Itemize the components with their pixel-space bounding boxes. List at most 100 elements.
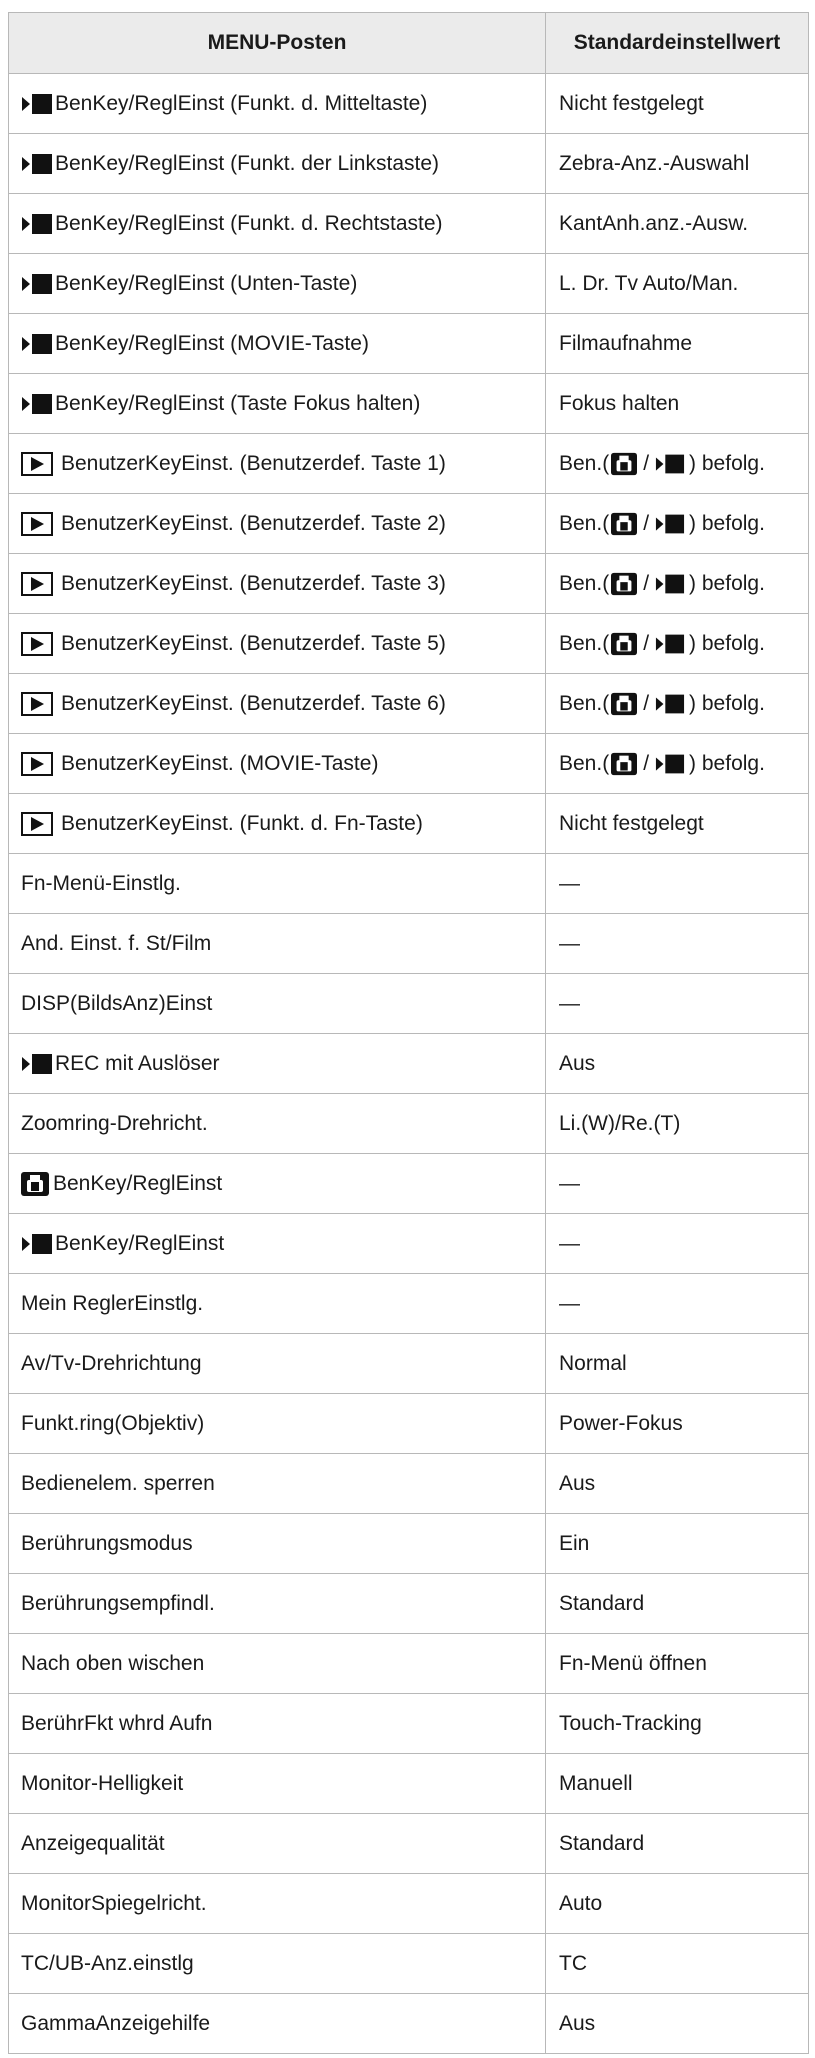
menu-item-label: Mein ReglerEinstlg. — [21, 1291, 204, 1315]
default-value-cell: TC — [545, 1933, 809, 1994]
table-row: BenKey/ReglEinst — — [8, 1153, 809, 1214]
default-value-label: — — [559, 871, 580, 895]
movie-icon — [655, 453, 685, 475]
ben-close-text: ) befolg. — [689, 631, 765, 655]
follow-shooting-mode-value: Ben.( / ) befolg. — [559, 752, 765, 776]
menu-item-cell: BenKey/ReglEinst (Funkt. der Linkstaste) — [8, 133, 546, 194]
table-row: BenKey/ReglEinst (Funkt. d. Mitteltaste)… — [8, 73, 809, 134]
default-value-cell: Filmaufnahme — [545, 313, 809, 374]
ben-open-text: Ben.( — [559, 751, 610, 775]
menu-item-cell: Zoomring-Drehricht. — [8, 1093, 546, 1154]
movie-icon — [21, 273, 53, 295]
default-value-label: Touch-Tracking — [559, 1711, 702, 1735]
table-row: TC/UB-Anz.einstlg TC — [8, 1933, 809, 1994]
ben-close-text: ) befolg. — [689, 751, 765, 775]
default-value-cell: Nicht festgelegt — [545, 73, 809, 134]
default-value-label: Standard — [559, 1831, 645, 1855]
default-value-label: L. Dr. Tv Auto/Man. — [559, 271, 739, 295]
default-value-cell: Aus — [545, 1033, 809, 1094]
menu-item-cell: Nach oben wischen — [8, 1633, 546, 1694]
movie-icon — [21, 93, 53, 115]
still-camera-icon — [611, 572, 638, 596]
table-row: Nach oben wischen Fn-Menü öffnen — [8, 1633, 809, 1694]
table-header-row: MENU-Posten Standardeinstellwert — [8, 12, 809, 74]
default-value-label: Li.(W)/Re.(T) — [559, 1111, 681, 1135]
menu-item-cell: BenKey/ReglEinst (MOVIE-Taste) — [8, 313, 546, 374]
default-value-label: Aus — [559, 1051, 596, 1075]
menu-item-cell: BerührFkt whrd Aufn — [8, 1693, 546, 1754]
menu-item-label: Av/Tv-Drehrichtung — [21, 1351, 202, 1375]
playback-icon — [21, 751, 53, 776]
menu-item-label: BenKey/ReglEinst — [53, 1171, 223, 1195]
default-value-cell: — — [545, 1273, 809, 1334]
movie-icon — [21, 333, 53, 355]
menu-item-label: BenKey/ReglEinst (Unten-Taste) — [55, 271, 358, 295]
default-value-cell: Ben.( / ) befolg. — [545, 733, 809, 794]
default-value-cell: — — [545, 913, 809, 974]
ben-open-text: Ben.( — [559, 451, 610, 475]
default-value-label: Nicht festgelegt — [559, 811, 704, 835]
menu-item-cell: DISP(BildsAnz)Einst — [8, 973, 546, 1034]
default-value-cell: Zebra-Anz.-Auswahl — [545, 133, 809, 194]
still-camera-icon — [611, 512, 638, 536]
ben-slash-text: / — [643, 451, 650, 475]
menu-item-label: And. Einst. f. St/Film — [21, 931, 212, 955]
menu-item-label: Bedienelem. sperren — [21, 1471, 215, 1495]
movie-icon — [655, 693, 685, 715]
menu-item-cell: MonitorSpiegelricht. — [8, 1873, 546, 1934]
still-camera-icon — [611, 632, 638, 656]
still-camera-icon — [611, 692, 638, 716]
menu-item-cell: BenKey/ReglEinst — [8, 1153, 546, 1214]
default-value-label: TC — [559, 1951, 587, 1975]
menu-item-label: BenKey/ReglEinst (Funkt. der Linkstaste) — [55, 151, 440, 175]
default-value-label: — — [559, 1291, 580, 1315]
settings-table-container: MENU-Posten Standardeinstellwert BenKey/… — [8, 12, 809, 2054]
menu-item-cell: BenutzerKeyEinst. (Benutzerdef. Taste 6) — [8, 673, 546, 734]
table-row: BenutzerKeyEinst. (Funkt. d. Fn-Taste) Ni… — [8, 793, 809, 854]
table-row: BenKey/ReglEinst (Funkt. der Linkstaste)… — [8, 133, 809, 194]
ben-slash-text: / — [643, 751, 650, 775]
table-row: BenutzerKeyEinst. (Benutzerdef. Taste 2)… — [8, 493, 809, 554]
movie-icon — [21, 1053, 53, 1075]
default-value-cell: Power-Fokus — [545, 1393, 809, 1454]
playback-icon — [21, 691, 53, 716]
movie-icon — [655, 633, 685, 655]
menu-item-label: Nach oben wischen — [21, 1651, 205, 1675]
menu-item-label: BenutzerKeyEinst. (Benutzerdef. Taste 2) — [61, 511, 446, 535]
playback-icon — [21, 451, 53, 476]
table-row: GammaAnzeigehilfe Aus — [8, 1993, 809, 2054]
menu-item-label: BenutzerKeyEinst. (Benutzerdef. Taste 1) — [61, 451, 446, 475]
menu-item-label: TC/UB-Anz.einstlg — [21, 1951, 194, 1975]
movie-icon — [21, 213, 53, 235]
default-value-cell: — — [545, 973, 809, 1034]
table-row: BenutzerKeyEinst. (Benutzerdef. Taste 3)… — [8, 553, 809, 614]
default-value-label: Standard — [559, 1591, 645, 1615]
table-row: Mein ReglerEinstlg. — — [8, 1273, 809, 1334]
default-value-cell: Auto — [545, 1873, 809, 1934]
table-row: Bedienelem. sperren Aus — [8, 1453, 809, 1514]
default-value-label: Auto — [559, 1891, 603, 1915]
menu-item-cell: BenKey/ReglEinst (Funkt. d. Rechtstaste) — [8, 193, 546, 254]
table-row: And. Einst. f. St/Film — — [8, 913, 809, 974]
movie-icon — [21, 1233, 53, 1255]
menu-item-label: GammaAnzeigehilfe — [21, 2011, 211, 2035]
menu-item-cell: BenKey/ReglEinst (Funkt. d. Mitteltaste) — [8, 73, 546, 134]
still-camera-icon — [611, 452, 638, 476]
menu-item-label: REC mit Auslöser — [55, 1051, 220, 1075]
menu-item-label: Funkt.ring(Objektiv) — [21, 1411, 205, 1435]
table-row: BenKey/ReglEinst (Funkt. d. Rechtstaste)… — [8, 193, 809, 254]
default-value-label: Nicht festgelegt — [559, 91, 704, 115]
default-value-cell: Li.(W)/Re.(T) — [545, 1093, 809, 1154]
table-row: Anzeigequalität Standard — [8, 1813, 809, 1874]
default-value-cell: Aus — [545, 1993, 809, 2054]
follow-shooting-mode-value: Ben.(/) befolg. — [559, 692, 765, 716]
ben-close-text: ) befolg. — [689, 571, 765, 595]
menu-item-cell: REC mit Auslöser — [8, 1033, 546, 1094]
menu-item-cell: Fn-Menü-Einstlg. — [8, 853, 546, 914]
menu-item-label: BenKey/ReglEinst (Funkt. d. Rechtstaste) — [55, 211, 443, 235]
default-value-label: Zebra-Anz.-Auswahl — [559, 151, 750, 175]
default-value-cell: Touch-Tracking — [545, 1693, 809, 1754]
menu-item-label: BenutzerKeyEinst. (Funkt. d. Fn-Taste) — [61, 811, 423, 835]
playback-icon — [21, 631, 53, 656]
movie-icon — [655, 513, 685, 535]
